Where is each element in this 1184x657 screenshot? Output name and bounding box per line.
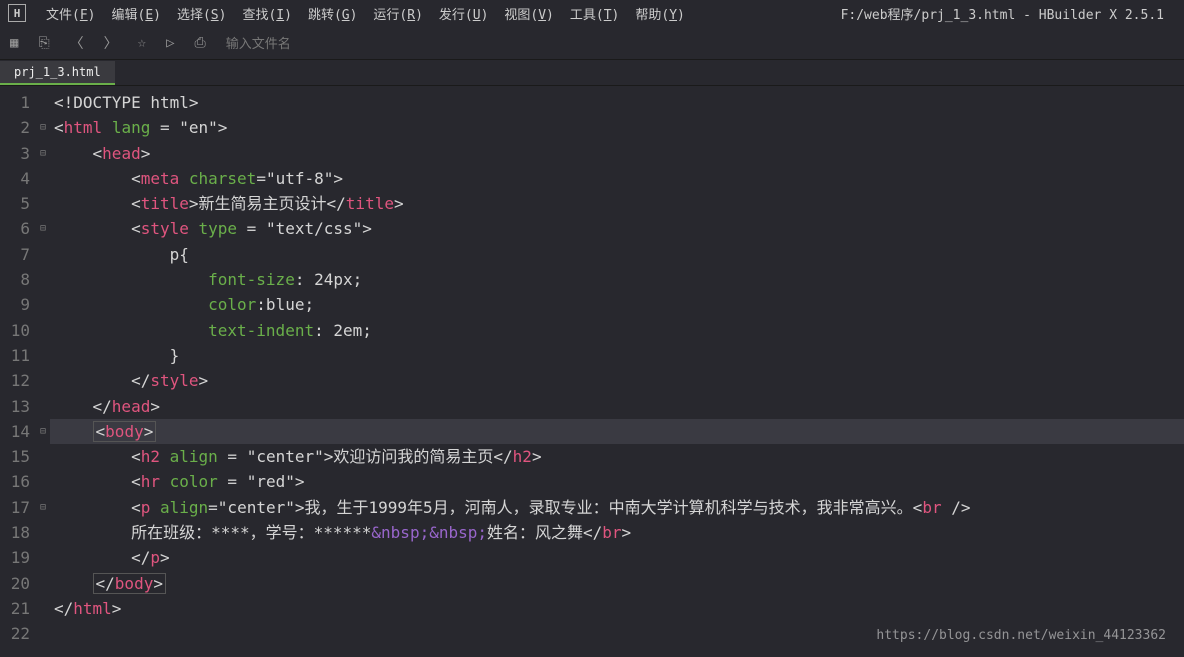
menu-f[interactable]: 文件(F) <box>38 2 103 25</box>
back-icon[interactable]: 〈 <box>70 33 84 53</box>
layout-icon[interactable]: ▦ <box>10 35 18 51</box>
forward-icon[interactable]: 〉 <box>104 33 118 53</box>
menu-g[interactable]: 跳转(G) <box>300 2 365 25</box>
code-line[interactable]: </body> <box>50 571 1184 596</box>
code-line[interactable]: <hr color = "red"> <box>50 469 1184 494</box>
run-icon[interactable]: ▷ <box>166 35 174 51</box>
code-line[interactable]: <title>新生简易主页设计</title> <box>50 191 1184 216</box>
code-line[interactable]: text-indent: 2em; <box>50 318 1184 343</box>
line-gutter: 12345678910111213141516171819202122 <box>0 86 36 656</box>
menu-y[interactable]: 帮助(Y) <box>627 2 692 25</box>
code-line[interactable]: </p> <box>50 545 1184 570</box>
menu-v[interactable]: 视图(V) <box>496 2 561 25</box>
menu-r[interactable]: 运行(R) <box>365 2 430 25</box>
code-editor[interactable]: 12345678910111213141516171819202122 ⊟⊟⊟⊟… <box>0 86 1184 656</box>
fold-column[interactable]: ⊟⊟⊟⊟⊟ <box>36 86 50 656</box>
watermark: https://blog.csdn.net/weixin_44123362 <box>876 628 1166 643</box>
toolbar: ▦ ⎘ 〈 〉 ☆ ▷ ⎙ 输入文件名 <box>0 26 1184 60</box>
menubar: H 文件(F)编辑(E)选择(S)查找(I)跳转(G)运行(R)发行(U)视图(… <box>0 0 1184 26</box>
code-line[interactable]: } <box>50 343 1184 368</box>
filename-input[interactable]: 输入文件名 <box>226 33 291 52</box>
tab-file[interactable]: prj_1_3.html <box>0 61 115 85</box>
code-line[interactable]: </head> <box>50 394 1184 419</box>
menu-u[interactable]: 发行(U) <box>431 2 496 25</box>
code-line[interactable]: <h2 align = "center">欢迎访问我的简易主页</h2> <box>50 444 1184 469</box>
window-title: F:/web程序/prj_1_3.html - HBuilder X 2.5.1 <box>841 4 1164 23</box>
code-line[interactable]: </style> <box>50 368 1184 393</box>
code-line[interactable]: <!DOCTYPE html> <box>50 90 1184 115</box>
app-logo-icon: H <box>8 4 26 22</box>
code-line[interactable]: font-size: 24px; <box>50 267 1184 292</box>
menu-e[interactable]: 编辑(E) <box>103 2 168 25</box>
code-line[interactable]: <html lang = "en"> <box>50 115 1184 140</box>
code-line[interactable]: <style type = "text/css"> <box>50 216 1184 241</box>
code-line[interactable]: p{ <box>50 242 1184 267</box>
code-line[interactable]: <meta charset="utf-8"> <box>50 166 1184 191</box>
code-line[interactable]: <head> <box>50 141 1184 166</box>
menu-s[interactable]: 选择(S) <box>169 2 234 25</box>
star-icon[interactable]: ☆ <box>138 35 146 51</box>
preview-icon[interactable]: ⎙ <box>195 35 206 51</box>
menu-i[interactable]: 查找(I) <box>234 2 299 25</box>
tabbar: prj_1_3.html <box>0 60 1184 86</box>
code-line[interactable]: <p align="center">我，生于1999年5月，河南人，录取专业：中… <box>50 495 1184 520</box>
code-area[interactable]: <!DOCTYPE html><html lang = "en"> <head>… <box>50 86 1184 656</box>
code-line[interactable]: 所在班级：****，学号：******&nbsp;&nbsp;姓名：风之舞</b… <box>50 520 1184 545</box>
menu-t[interactable]: 工具(T) <box>562 2 627 25</box>
code-line[interactable]: </html> <box>50 596 1184 621</box>
code-line[interactable]: color:blue; <box>50 292 1184 317</box>
save-icon[interactable]: ⎘ <box>38 35 49 51</box>
